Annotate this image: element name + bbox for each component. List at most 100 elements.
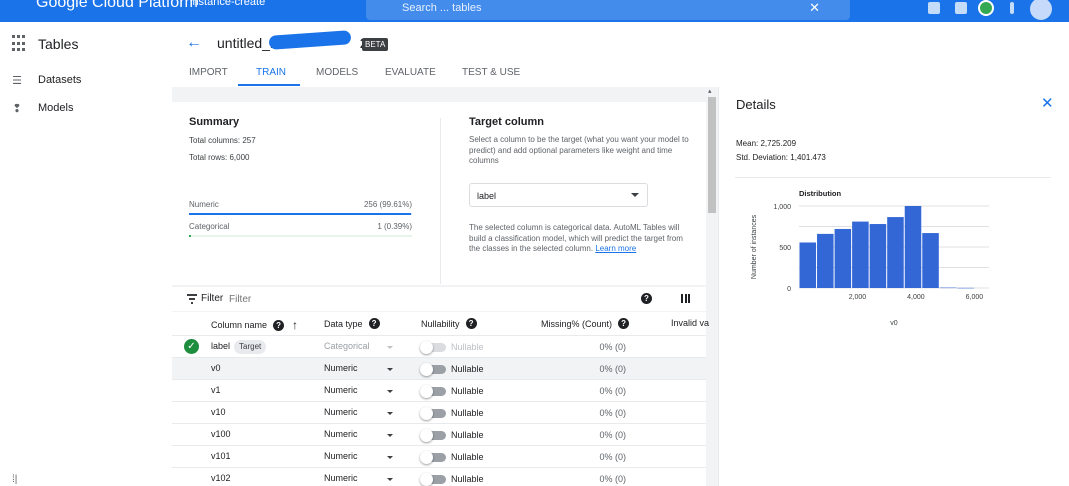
dropdown-caret-icon[interactable] xyxy=(387,368,393,371)
avatar[interactable] xyxy=(1030,0,1052,20)
histogram-bar xyxy=(817,233,834,288)
filter-bar: Filter ? xyxy=(172,287,706,311)
scroll-thumb[interactable] xyxy=(708,97,716,213)
left-nav: Tables ☰ Datasets ❢ Models ⁞| xyxy=(0,22,172,486)
close-icon[interactable]: ✕ xyxy=(1041,94,1054,112)
dropdown-caret-icon[interactable] xyxy=(387,390,393,393)
histogram-bar xyxy=(922,233,939,288)
y-tick-label: 1,000 xyxy=(773,204,791,211)
nullable-toggle[interactable] xyxy=(420,407,446,420)
status-icon[interactable] xyxy=(978,0,994,16)
histogram-bar xyxy=(904,206,922,288)
missing-cell: 0% (0) xyxy=(599,386,626,396)
header-data-type[interactable]: Data type ? xyxy=(324,318,380,329)
help-icon[interactable]: ? xyxy=(368,318,380,329)
bar-value: 1 (0.39%) xyxy=(377,222,412,231)
more-vert-icon[interactable] xyxy=(1010,2,1014,14)
train-panel: Summary Total columns: 257 Total rows: 6… xyxy=(172,87,718,486)
bar-fill xyxy=(189,235,192,237)
target-note: The selected column is categorical data.… xyxy=(469,223,691,257)
details-panel: Details ✕ Mean: 2,725.209 Std. Deviation… xyxy=(718,87,1069,486)
table-row[interactable]: v10 Numeric Nullable 0% (0) xyxy=(172,401,706,423)
dropdown-caret-icon[interactable] xyxy=(387,478,393,481)
help-icon[interactable]: ? xyxy=(618,318,630,329)
table-row[interactable]: ✓ label Target Categorical Nullable 0% (0… xyxy=(172,335,706,357)
table-row[interactable]: v101 Numeric Nullable 0% (0) xyxy=(172,445,706,467)
help-icon[interactable]: ? xyxy=(465,318,477,329)
data-type-select[interactable]: Numeric xyxy=(324,429,358,439)
nav-item-label: Models xyxy=(38,102,74,114)
table-row[interactable]: v0 Numeric Nullable 0% (0) xyxy=(172,357,706,379)
data-type-select[interactable]: Numeric xyxy=(324,473,358,483)
data-type-select[interactable]: Numeric xyxy=(324,385,358,395)
back-arrow-icon[interactable]: ← xyxy=(186,34,202,52)
help-icon[interactable] xyxy=(955,2,967,14)
scroll-up-icon[interactable]: ▴ xyxy=(708,87,712,95)
tab-evaluate[interactable]: EVALUATE xyxy=(385,67,436,78)
stat-label: Std. Deviation: xyxy=(736,153,789,162)
histogram-bar xyxy=(957,287,974,289)
active-tab-indicator xyxy=(238,84,300,86)
dropdown-caret-icon xyxy=(631,193,639,197)
nullable-toggle[interactable] xyxy=(420,429,446,442)
list-icon: ☰ xyxy=(12,74,22,87)
dropdown-caret-icon xyxy=(387,346,393,349)
beta-badge: BETA xyxy=(362,38,389,51)
search-close-icon[interactable]: ✕ xyxy=(809,0,820,16)
cloud-shell-icon[interactable] xyxy=(928,2,940,14)
header-nullability[interactable]: Nullability ? xyxy=(421,318,477,329)
filter-input[interactable] xyxy=(229,292,349,306)
nav-item-label: Datasets xyxy=(38,74,82,86)
tab-import[interactable]: IMPORT xyxy=(189,67,228,78)
nullable-toggle[interactable] xyxy=(420,363,446,376)
vertical-scrollbar[interactable]: ▴ xyxy=(706,87,718,486)
tab-train[interactable]: TRAIN xyxy=(256,67,286,78)
data-type-select[interactable]: Numeric xyxy=(324,407,358,417)
sort-ascending-icon[interactable]: ↑ xyxy=(292,318,298,332)
summary-card: Summary Total columns: 257 Total rows: 6… xyxy=(172,102,706,295)
bar-label: Numeric xyxy=(189,200,219,209)
data-type-select: Categorical xyxy=(324,341,370,351)
table-row[interactable]: v1 Numeric Nullable 0% (0) xyxy=(172,379,706,401)
help-icon[interactable]: ? xyxy=(273,319,285,331)
dropdown-caret-icon[interactable] xyxy=(387,456,393,459)
column-display-icon[interactable] xyxy=(681,294,690,303)
dropdown-caret-icon[interactable] xyxy=(387,434,393,437)
bar-track xyxy=(189,235,412,237)
nullable-label: Nullable xyxy=(451,430,484,440)
nav-item-models[interactable]: ❢ Models xyxy=(12,98,73,118)
header-invalid[interactable]: Invalid va xyxy=(671,318,709,328)
header-missing[interactable]: Missing% (Count) ? xyxy=(541,318,630,329)
tab-models[interactable]: MODELS xyxy=(316,67,358,78)
filter-icon xyxy=(187,294,197,304)
project-selector[interactable]: instance-create xyxy=(190,0,265,8)
x-axis-label: v0 xyxy=(890,320,898,327)
details-title: Details xyxy=(736,97,776,112)
header-column-name[interactable]: Column name ? ↑ xyxy=(211,318,298,332)
table-row[interactable]: v102 Numeric Nullable 0% (0) xyxy=(172,467,706,486)
table-row[interactable]: v100 Numeric Nullable 0% (0) xyxy=(172,423,706,445)
x-tick-label: 2,000 xyxy=(849,294,867,301)
data-type-select[interactable]: Numeric xyxy=(324,451,358,461)
target-column-select[interactable]: label xyxy=(469,183,648,207)
learn-more-link[interactable]: Learn more xyxy=(595,244,636,253)
nullable-toggle[interactable] xyxy=(420,385,446,398)
stat-value: 2,725.209 xyxy=(760,139,797,148)
nullable-label: Nullable xyxy=(451,408,484,418)
nullable-toggle[interactable] xyxy=(420,451,446,464)
y-axis-label: Number of instances xyxy=(751,214,758,279)
data-type-select[interactable]: Numeric xyxy=(324,363,358,373)
missing-cell: 0% (0) xyxy=(599,342,626,352)
nav-item-datasets[interactable]: ☰ Datasets xyxy=(12,70,81,90)
help-icon[interactable]: ? xyxy=(641,293,652,304)
nullable-toggle[interactable] xyxy=(420,473,446,486)
gcp-brand[interactable]: Google Cloud Platform xyxy=(36,0,198,12)
column-name: v102 xyxy=(211,473,231,483)
tab-test-use[interactable]: TEST & USE xyxy=(462,67,520,78)
dropdown-caret-icon[interactable] xyxy=(387,412,393,415)
search-bar[interactable]: Search ... tables ✕ xyxy=(366,0,850,20)
nullable-label: Nullable xyxy=(451,364,484,374)
collapse-nav-icon[interactable]: ⁞| xyxy=(12,474,17,485)
header-label: Missing% (Count) xyxy=(541,318,613,329)
std-stat: Std. Deviation: 1,401.473 xyxy=(736,153,826,162)
